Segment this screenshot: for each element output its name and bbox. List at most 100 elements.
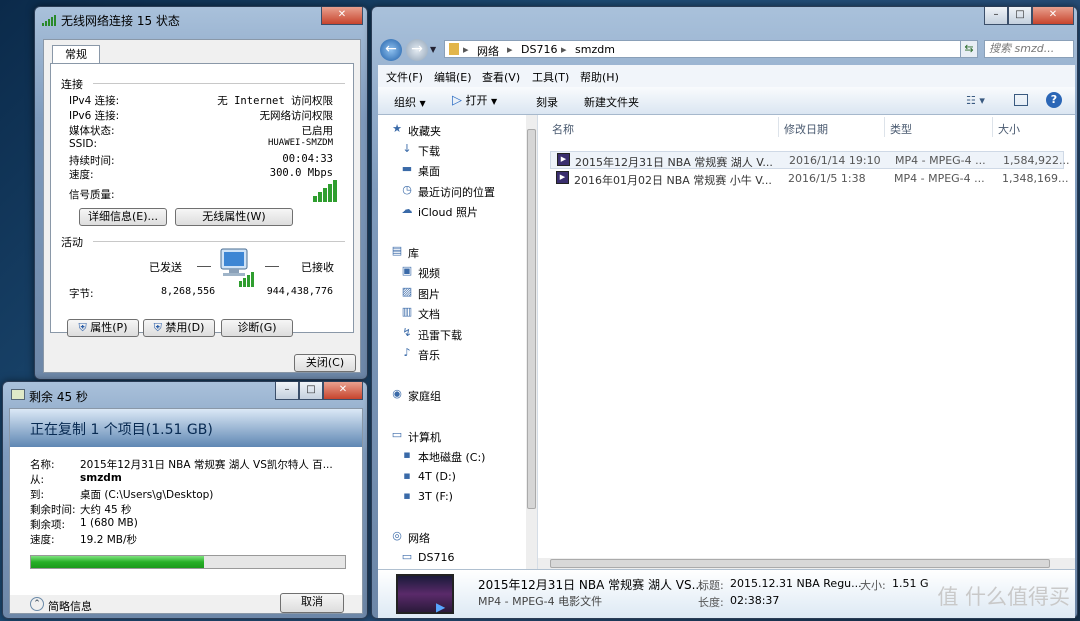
mp4-file-icon: ▶	[556, 171, 569, 184]
play-label: 打开	[465, 94, 488, 107]
chevron-up-icon[interactable]: ⌃	[30, 597, 44, 611]
history-dropdown-icon[interactable]: ▼	[430, 45, 436, 54]
menu-file[interactable]: 文件(F)	[386, 69, 423, 85]
command-bar: 组织 ▼ ▷ 打开 ▼ 刻录 新建文件夹 ☷ ▾ ?	[378, 87, 1075, 115]
copy-heading: 正在复制 1 个项目(1.51 GB)	[30, 422, 213, 438]
play-button[interactable]: ▷ 打开 ▼	[452, 92, 497, 108]
to-value[interactable]: 桌面 (C:\Users\g\Desktop)	[80, 487, 213, 502]
nav-item[interactable]: ↓ 下载	[388, 143, 528, 159]
breadcrumb-separator-icon: ▸	[507, 43, 513, 56]
close-icon[interactable]: ✕	[1032, 7, 1074, 25]
file-size: 1,348,169...	[1002, 172, 1069, 185]
nav-item-label: 音乐	[418, 349, 440, 362]
details-title-value[interactable]: 2015.12.31 NBA Regu...	[730, 577, 862, 590]
close-icon[interactable]: ✕	[321, 7, 363, 25]
nav-item[interactable]: ↯ 迅雷下载	[388, 327, 528, 343]
bytes-sent-value: 8,268,556	[161, 286, 216, 297]
column-date[interactable]: 修改日期	[784, 121, 828, 137]
name-key: 名称:	[30, 459, 55, 471]
items-left-key: 剩余项:	[30, 519, 66, 531]
nav-item-label: 计算机	[408, 431, 441, 444]
breadcrumb-smzdm[interactable]: smzdm	[575, 43, 615, 56]
nav-item-label: 本地磁盘 (C:)	[418, 451, 486, 464]
menu-tools[interactable]: 工具(T)	[532, 69, 569, 85]
details-size-value: 1.51 G	[892, 577, 929, 590]
dialog-body: 正在复制 1 个项目(1.51 GB) 名称: 2015年12月31日 NBA …	[9, 408, 363, 614]
ipv4-value: 无 Internet 访问权限	[217, 95, 333, 107]
dialog-body: 常规 连接 IPv4 连接: 无 Internet 访问权限 IPv6 连接: …	[43, 39, 361, 373]
nav-item-icon: ♪	[403, 346, 411, 359]
nav-item[interactable]: ▥ 文档	[388, 306, 528, 322]
nav-item[interactable]: ▨ 图片	[388, 286, 528, 302]
menu-bar: 文件(F) 编辑(E) 查看(V) 工具(T) 帮助(H)	[378, 65, 1075, 87]
nav-item[interactable]: ◎ 网络	[378, 530, 518, 546]
ssid-label: SSID:	[69, 138, 98, 150]
organize-label: 组织	[394, 96, 416, 109]
table-row[interactable]: ▶ 2015年12月31日 NBA 常规赛 湖人 V... 2016/1/14 …	[550, 151, 1069, 169]
received-label: 已接收	[301, 261, 334, 274]
table-row[interactable]: ▶ 2016年01月02日 NBA 常规赛 小牛 V... 2016/1/5 1…	[550, 170, 1068, 188]
column-type[interactable]: 类型	[890, 121, 912, 137]
close-icon[interactable]: ✕	[323, 382, 363, 400]
tab-general[interactable]: 常规	[52, 45, 100, 64]
preview-pane-icon[interactable]	[1014, 94, 1028, 106]
nav-item[interactable]: ▭ 计算机	[378, 429, 518, 445]
organize-button[interactable]: 组织 ▼	[394, 94, 426, 110]
watermark: 值 什么值得买	[937, 585, 1070, 609]
diagnose-button[interactable]: 诊断(G)	[221, 319, 293, 337]
nav-item[interactable]: ▣ 视频	[388, 265, 528, 281]
nav-item-icon: ☁	[401, 203, 413, 216]
menu-view[interactable]: 查看(V)	[482, 69, 520, 85]
from-value[interactable]: smzdm	[80, 472, 122, 484]
maximize-icon[interactable]: □	[1008, 7, 1032, 25]
ipv4-label: IPv4 连接:	[69, 95, 120, 107]
menu-edit[interactable]: 编辑(E)	[434, 69, 472, 85]
nav-item[interactable]: ▪ 本地磁盘 (C:)	[388, 449, 528, 465]
address-bar[interactable]: ▸ 网络 ▸ DS716 ▸ smzdm ▼	[444, 40, 978, 58]
details-button[interactable]: 详细信息(E)...	[79, 208, 167, 226]
properties-button[interactable]: ⛨ 属性(P)	[67, 319, 139, 337]
refresh-icon[interactable]: ⇆	[960, 40, 978, 58]
minimize-icon[interactable]: –	[275, 382, 299, 400]
nav-item[interactable]: ▬ 桌面	[388, 163, 528, 179]
breadcrumb-network[interactable]: 网络	[477, 43, 499, 59]
nav-scrollbar[interactable]	[526, 115, 537, 569]
ipv6-value: 无网络访问权限	[259, 110, 334, 122]
minimize-icon[interactable]: –	[984, 7, 1008, 25]
nav-item[interactable]: ☁ iCloud 照片	[388, 204, 528, 220]
maximize-icon[interactable]: □	[299, 382, 323, 400]
back-arrow-icon[interactable]: ←	[380, 39, 402, 61]
brief-info-link[interactable]: 简略信息	[48, 598, 92, 614]
nav-item[interactable]: ▤ 库	[378, 245, 518, 261]
nav-item-label: 文档	[418, 308, 440, 321]
wireless-properties-button[interactable]: 无线属性(W)	[175, 208, 293, 226]
close-button[interactable]: 关闭(C)	[294, 354, 356, 372]
column-name[interactable]: 名称	[552, 121, 574, 137]
scrollbar-thumb[interactable]	[550, 559, 1050, 568]
disable-button[interactable]: ⛨ 禁用(D)	[143, 319, 215, 337]
breadcrumb-ds716[interactable]: DS716	[521, 43, 557, 56]
nav-item[interactable]: ★ 收藏夹	[378, 123, 518, 139]
help-icon[interactable]: ?	[1046, 92, 1062, 108]
forward-arrow-icon[interactable]: →	[406, 39, 428, 61]
nav-item[interactable]: ▭ DS716	[388, 551, 528, 567]
menu-help[interactable]: 帮助(H)	[580, 69, 619, 85]
nav-item[interactable]: ◉ 家庭组	[378, 388, 518, 404]
column-size[interactable]: 大小	[998, 121, 1020, 137]
shield-icon: ⛨	[78, 321, 87, 334]
file-type: MP4 - MPEG-4 ...	[894, 172, 985, 185]
signal-bars-icon	[313, 180, 339, 205]
burn-button[interactable]: 刻录	[536, 94, 558, 110]
nav-item-label: 网络	[408, 532, 430, 545]
nav-item[interactable]: ▪ 3T (F:)	[388, 490, 528, 506]
nav-item[interactable]: ◷ 最近访问的位置	[388, 184, 528, 200]
new-folder-button[interactable]: 新建文件夹	[584, 94, 639, 110]
horizontal-scrollbar[interactable]	[538, 558, 1075, 569]
search-input[interactable]: 搜索 smzd...	[984, 40, 1074, 58]
scrollbar-thumb[interactable]	[527, 129, 536, 509]
file-size: 1,584,922...	[1003, 154, 1070, 167]
nav-item[interactable]: ♪ 音乐	[388, 347, 528, 363]
view-options-icon[interactable]: ☷ ▾	[966, 94, 985, 107]
cancel-button[interactable]: 取消	[280, 593, 344, 613]
nav-item[interactable]: ▪ 4T (D:)	[388, 470, 528, 486]
